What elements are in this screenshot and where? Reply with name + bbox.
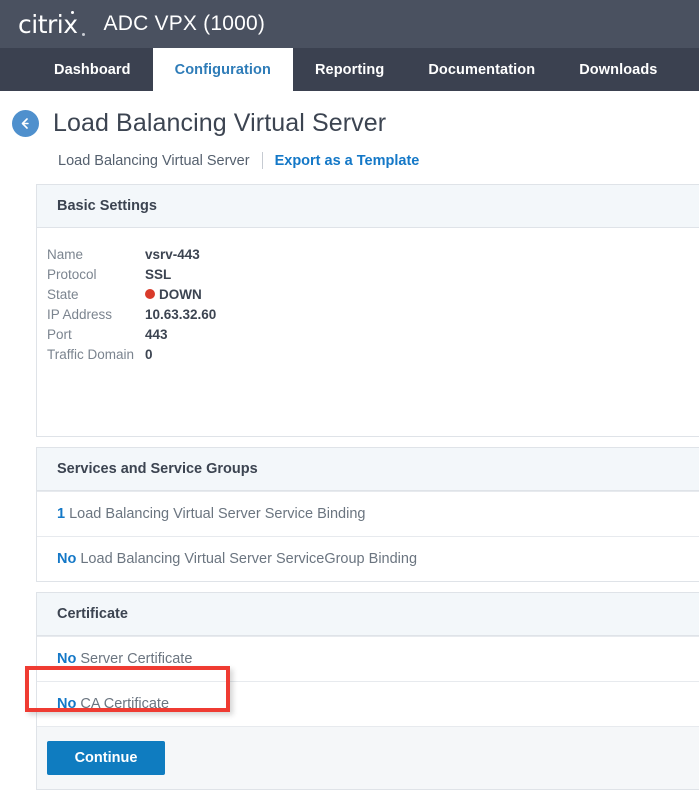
breadcrumb-current: Load Balancing Virtual Server — [58, 153, 250, 169]
back-button[interactable] — [12, 110, 39, 137]
server-certificate-label: Server Certificate — [76, 651, 192, 667]
citrix-logo-dot-icon — [71, 11, 74, 14]
status-dot-icon — [145, 289, 155, 299]
field-value-port: 443 — [145, 327, 168, 342]
field-value-ip-address: 10.63.32.60 — [145, 307, 216, 322]
tab-configuration[interactable]: Configuration — [153, 48, 293, 91]
breadcrumb-separator — [262, 152, 263, 169]
tab-downloads[interactable]: Downloads — [557, 48, 679, 91]
tab-reporting[interactable]: Reporting — [293, 48, 406, 91]
field-label-port: Port — [47, 327, 145, 342]
field-row-state: State DOWN — [47, 284, 699, 304]
main-nav: Dashboard Configuration Reporting Docume… — [0, 48, 699, 91]
field-row-protocol: Protocol SSL — [47, 264, 699, 284]
breadcrumb: Load Balancing Virtual Server Export as … — [0, 152, 699, 169]
server-certificate-row[interactable]: No Server Certificate — [37, 636, 699, 681]
tab-documentation[interactable]: Documentation — [406, 48, 557, 91]
citrix-logo-text: citrix — [18, 10, 78, 39]
page-title: Load Balancing Virtual Server — [53, 109, 386, 138]
product-title: ADC VPX (1000) — [104, 12, 266, 36]
service-binding-count: 1 — [57, 506, 65, 522]
services-panel: Services and Service Groups 1 Load Balan… — [36, 447, 699, 582]
certificate-heading: Certificate — [37, 593, 699, 636]
services-heading: Services and Service Groups — [37, 448, 699, 491]
citrix-logo: citrix — [18, 12, 78, 37]
field-value-name: vsrv-443 — [145, 247, 200, 262]
certificate-panel: Certificate No Server Certificate No CA … — [36, 592, 699, 790]
ca-certificate-count: No — [57, 696, 76, 712]
field-row-traffic-domain: Traffic Domain 0 — [47, 344, 699, 364]
brand-bar: citrix ADC VPX (1000) — [0, 0, 699, 48]
panel-stack: Basic Settings Name vsrv-443 Protocol SS… — [36, 184, 699, 790]
field-value-state-wrap: DOWN — [145, 287, 202, 302]
citrix-logo-trademark-dot-icon — [82, 33, 85, 36]
continue-button[interactable]: Continue — [47, 741, 165, 775]
tab-dashboard[interactable]: Dashboard — [32, 48, 153, 91]
field-label-state: State — [47, 287, 145, 302]
field-label-name: Name — [47, 247, 145, 262]
servicegroup-binding-label: Load Balancing Virtual Server ServiceGro… — [76, 551, 417, 567]
field-row-ip-address: IP Address 10.63.32.60 — [47, 304, 699, 324]
ca-certificate-label: CA Certificate — [76, 696, 169, 712]
export-as-template-link[interactable]: Export as a Template — [275, 153, 420, 169]
arrow-left-icon — [18, 116, 33, 131]
ca-certificate-row[interactable]: No CA Certificate — [37, 681, 699, 726]
basic-settings-heading: Basic Settings — [37, 185, 699, 228]
basic-settings-panel: Basic Settings Name vsrv-443 Protocol SS… — [36, 184, 699, 437]
field-value-state: DOWN — [159, 287, 202, 302]
field-label-protocol: Protocol — [47, 267, 145, 282]
field-value-traffic-domain: 0 — [145, 347, 153, 362]
field-label-ip-address: IP Address — [47, 307, 145, 322]
certificate-footer: Continue — [37, 726, 699, 789]
service-binding-row[interactable]: 1 Load Balancing Virtual Server Service … — [37, 491, 699, 536]
service-binding-label: Load Balancing Virtual Server Service Bi… — [65, 506, 365, 522]
page-header: Load Balancing Virtual Server — [0, 91, 699, 138]
field-value-protocol: SSL — [145, 267, 171, 282]
servicegroup-binding-row[interactable]: No Load Balancing Virtual Server Service… — [37, 536, 699, 581]
app-root: citrix ADC VPX (1000) Dashboard Configur… — [0, 0, 699, 790]
server-certificate-count: No — [57, 651, 76, 667]
field-row-port: Port 443 — [47, 324, 699, 344]
field-label-traffic-domain: Traffic Domain — [47, 347, 145, 362]
basic-settings-body[interactable]: Name vsrv-443 Protocol SSL State DOWN IP… — [37, 228, 699, 436]
field-row-name: Name vsrv-443 — [47, 244, 699, 264]
servicegroup-binding-count: No — [57, 551, 76, 567]
